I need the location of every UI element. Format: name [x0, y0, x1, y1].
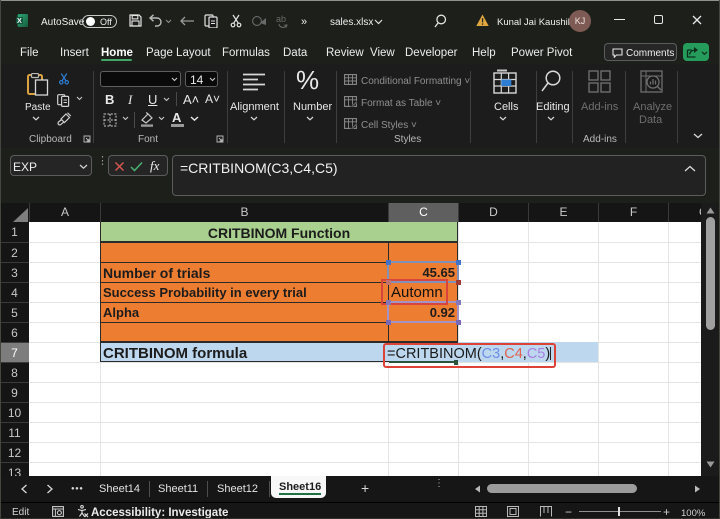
svg-text:X: X [17, 16, 22, 25]
svg-text:ab: ab [276, 14, 286, 24]
